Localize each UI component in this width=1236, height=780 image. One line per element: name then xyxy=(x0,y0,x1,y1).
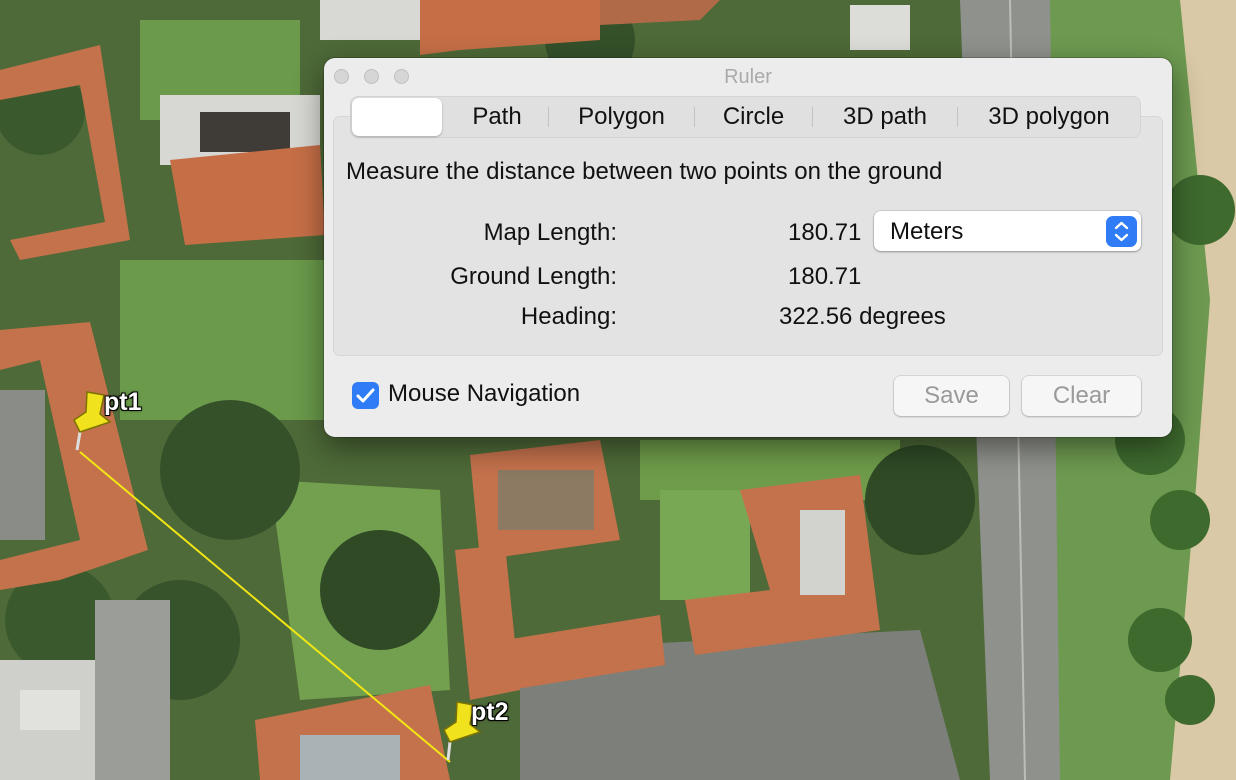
ground-length-value: 180.71 xyxy=(788,263,862,290)
heading-label: Heading: xyxy=(520,303,617,330)
heading-value: 322.56 degrees xyxy=(779,303,946,330)
pin-label-pt2[interactable]: pt2 xyxy=(471,698,509,727)
tab-line[interactable] xyxy=(352,98,442,136)
map-length-value: 180.71 xyxy=(788,219,862,246)
units-select[interactable]: Meters xyxy=(874,211,1141,251)
up-down-arrows-icon xyxy=(1106,216,1137,247)
save-button[interactable]: Save xyxy=(894,376,1009,416)
description-text: Measure the distance between two points … xyxy=(346,158,943,185)
mouse-navigation-label[interactable]: Mouse Navigation xyxy=(388,380,580,408)
window-title: Ruler xyxy=(724,66,772,88)
units-select-value: Meters xyxy=(890,218,964,245)
title-bar[interactable]: Ruler xyxy=(324,58,1172,96)
ground-length-label: Ground Length: xyxy=(450,263,617,290)
checkmark-icon xyxy=(356,388,375,403)
tab-polygon[interactable]: Polygon xyxy=(549,97,694,137)
tab-path[interactable]: Path xyxy=(447,97,547,137)
tab-circle[interactable]: Circle xyxy=(695,97,812,137)
ruler-window: Ruler Path Polygon Circle 3D path 3D pol… xyxy=(324,58,1172,437)
clear-button[interactable]: Clear xyxy=(1022,376,1141,416)
map-length-label: Map Length: xyxy=(483,219,617,246)
tab-3d-path[interactable]: 3D path xyxy=(813,97,957,137)
tab-3d-polygon[interactable]: 3D polygon xyxy=(958,97,1140,137)
mouse-navigation-checkbox[interactable] xyxy=(352,382,379,409)
pin-label-pt1[interactable]: pt1 xyxy=(104,388,142,417)
mode-tabs: Path Polygon Circle 3D path 3D polygon xyxy=(350,96,1141,138)
